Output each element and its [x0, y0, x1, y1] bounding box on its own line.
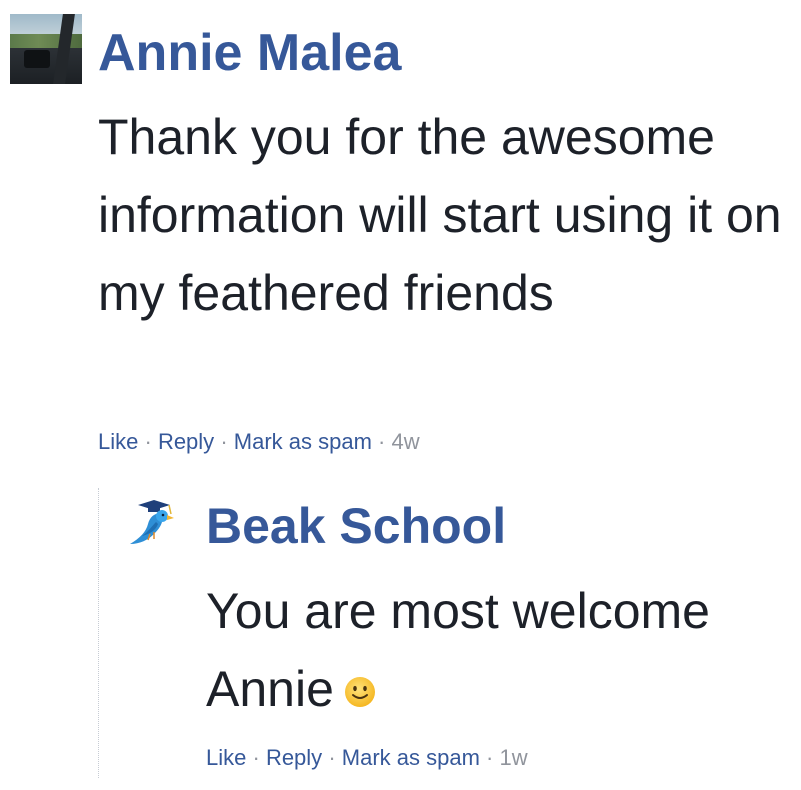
comment-text: Thank you for the awesome information wi…	[98, 109, 782, 321]
avatar-mirror	[24, 50, 50, 68]
beak-school-logo-icon[interactable]	[126, 494, 182, 550]
separator: ·	[378, 429, 386, 454]
reply-link[interactable]: Reply	[158, 429, 214, 454]
slightly-smiling-face-icon	[344, 677, 375, 707]
reply-text: You are most welcome Annie	[206, 583, 710, 717]
separator: ·	[486, 745, 494, 770]
comment-timestamp[interactable]: 4w	[392, 429, 420, 454]
reply-thread-line	[98, 488, 99, 778]
separator: ·	[220, 429, 228, 454]
reply-author-link[interactable]: Beak School	[206, 496, 506, 556]
like-link[interactable]: Like	[206, 745, 246, 770]
reply-text-container: You are most welcome Annie	[206, 572, 801, 728]
reply-link[interactable]: Reply	[266, 745, 322, 770]
reply-actions: Like · Reply · Mark as spam · 1w	[206, 744, 528, 772]
comment-author-link[interactable]: Annie Malea	[98, 22, 401, 84]
separator: ·	[328, 745, 336, 770]
comment-actions: Like · Reply · Mark as spam · 4w	[98, 428, 420, 456]
separator: ·	[144, 429, 152, 454]
like-link[interactable]: Like	[98, 429, 138, 454]
mark-as-spam-link[interactable]: Mark as spam	[342, 745, 480, 770]
separator: ·	[252, 745, 260, 770]
user-avatar[interactable]	[10, 14, 82, 84]
mark-as-spam-link[interactable]: Mark as spam	[234, 429, 372, 454]
reply-timestamp[interactable]: 1w	[500, 745, 528, 770]
